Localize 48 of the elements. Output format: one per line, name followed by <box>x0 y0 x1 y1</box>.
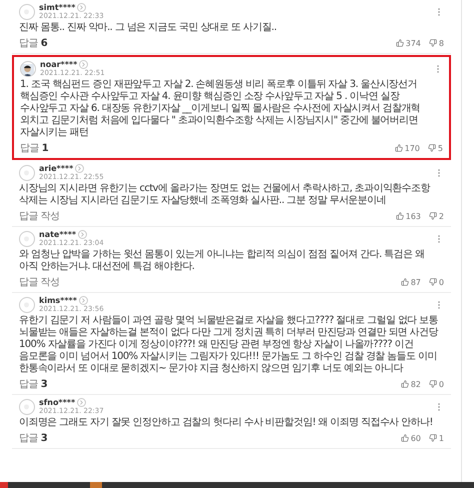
default-avatar <box>19 164 35 180</box>
thumbs-up-icon <box>400 434 409 442</box>
dislike-button[interactable]: 8 <box>428 38 444 48</box>
username: kims**** <box>39 296 77 305</box>
reply-link[interactable]: 답글 1 <box>20 141 48 155</box>
thumbs-up-icon <box>400 380 409 388</box>
thumbs-up-icon <box>400 278 409 286</box>
default-avatar <box>19 230 35 246</box>
reply-link[interactable]: 답글 작성 <box>19 209 60 223</box>
dislike-button[interactable]: 1 <box>428 434 444 442</box>
thumbs-down-icon <box>428 380 437 388</box>
dislike-button[interactable]: 2 <box>428 212 444 220</box>
username: sfno**** <box>39 398 76 407</box>
reply-link[interactable]: 답글 작성 <box>19 275 60 289</box>
dislike-button[interactable]: 0 <box>428 278 444 286</box>
like-button[interactable]: 163 <box>396 212 421 220</box>
comment-text: 이죄명은 그래도 자기 잘못 인정안하고 검찰의 헛다리 수사 비판할것임! 왜 이죄명 직접수사 안하나! <box>19 417 434 429</box>
like-button[interactable]: 82 <box>400 380 421 388</box>
thumbs-up-icon <box>394 144 403 152</box>
comment-text: 시장님의 지시라면 유한기는 cctv에 올라가는 장면도 없는 건물에서 추락사하고, 초과이익환수조항 삭제는 시장님 지시라던 김문기도 자살당했네 조폭영화 실사판.. 그분 정말 무서운분이네 <box>19 183 432 207</box>
comment-text: 유한기 김문기 저 사람들이 과연 골랑 몇억 뇌물받은걸로 자살을 했다고???? 절대로 그럴일 없다 보통 뇌물받는 애들은 자살하는걸 본적이 없다 다만 그게 정치권 특히 더부러 만진당과 연결만 되면 사건당 100% 자살률을 가진다 이게 정상이야???! 왜 만진당 관련 부정엔 항상 자살이 나올까???? 이건 음모론을 이미 넘어서 100% 자살시키는 그림자가 있다!!! 문가놈도 그 하수인 검찰 경찰 놈들도 이미 한통속이라서 또 이대로 묻히겠지~ 문가야 지금 청산하지 않으면 임기후 너도 예외는 아니다 <box>19 315 440 375</box>
user-avatar <box>20 60 36 76</box>
like-button[interactable]: 170 <box>394 144 420 152</box>
thumbs-down-icon <box>428 212 437 220</box>
dislike-button[interactable]: 0 <box>428 380 444 388</box>
thumbs-down-icon <box>428 39 437 47</box>
thumbs-down-icon <box>428 434 437 442</box>
username: noar**** <box>40 60 78 69</box>
thumbs-down-icon <box>428 278 437 286</box>
dislike-button[interactable]: 5 <box>428 144 443 152</box>
reply-link[interactable]: 답글 3 <box>19 377 48 391</box>
comment-text: 진짜 몸통.. 진짜 악마.. 그 넘은 지금도 국민 상대로 또 사기질.. <box>19 22 278 34</box>
like-button[interactable]: 60 <box>400 434 421 442</box>
like-button[interactable]: 374 <box>396 38 421 48</box>
comment-text: 1. 조국 핵심펀드 증인 재판앞두고 자살 2. 손혜원동생 비리 폭로후 이틀뒤 자살 3. 울산시장선거 핵심증인 수사관 수사앞두고 자살 4. 윤미향 핵심증인 소장 수사앞두고 자살 5 . 이낙연 실장 수사앞두고 자살 6. 대장동 유한기자살 __이게보니 일찍 몰사람은 수사전에 자살시켜서 검찰개혁 외치고 김문기처럼 처음에 입다물다 " 초과이익환수조항 삭제는 시장님지시" 중간에 불어버리면 자살시키는 패턴 <box>20 79 422 139</box>
default-avatar <box>19 296 35 312</box>
default-avatar <box>19 4 35 20</box>
default-avatar <box>19 398 35 414</box>
reply-link[interactable]: 답글 3 <box>19 431 48 445</box>
like-button[interactable]: 87 <box>400 278 421 286</box>
username: arie**** <box>39 164 74 173</box>
comment-text: 와 엄청난 압박을 가하는 윗선 몸통이 있는게 아니냐는 합리적 의심이 점점 짙어져 간다. 특검은 왜 아직 안하는거냐. 대선전에 특검 해야한다. <box>19 249 426 273</box>
thumbs-up-icon <box>396 39 404 47</box>
username: nate**** <box>39 230 76 239</box>
thumbs-down-icon <box>428 144 436 152</box>
username: simt**** <box>39 3 76 12</box>
thumbs-up-icon <box>396 212 404 220</box>
reply-link[interactable]: 답글 6 <box>19 36 48 50</box>
